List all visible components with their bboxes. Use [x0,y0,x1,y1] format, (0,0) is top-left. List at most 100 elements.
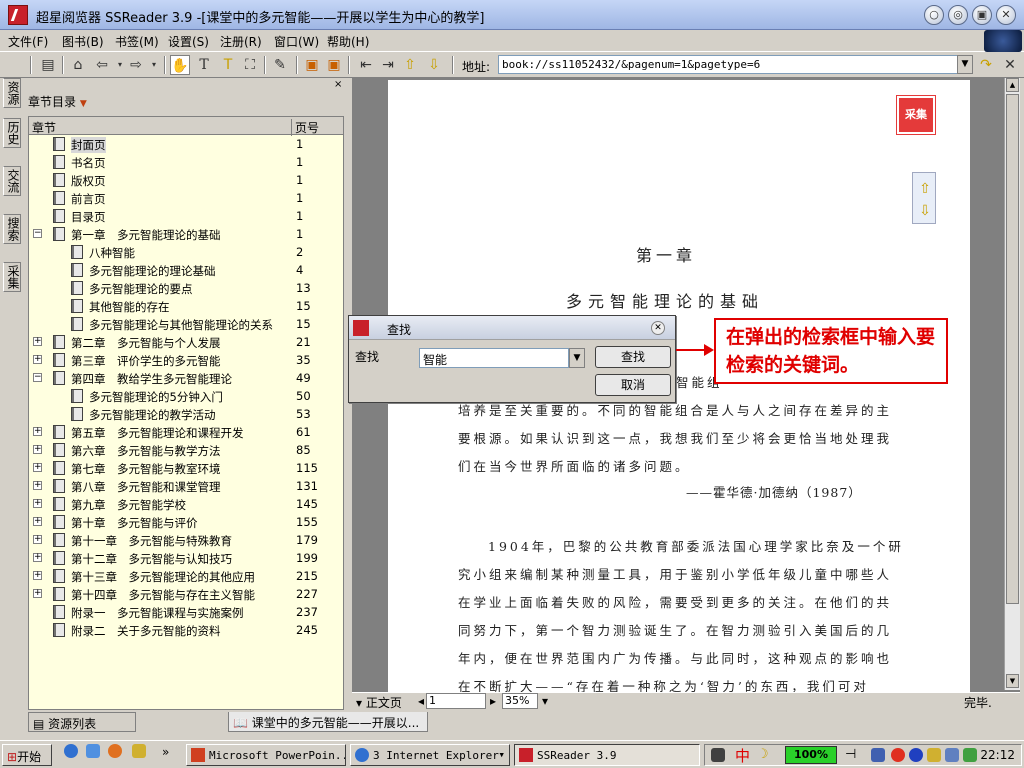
tree-item[interactable]: 版权页 1 [29,171,343,189]
forward-dropdown-icon[interactable]: ▾ [144,55,164,75]
find-input[interactable]: 智能 [419,348,569,368]
ime-indicator[interactable]: 中 [735,745,750,766]
expand-icon[interactable]: + [33,499,42,508]
hand-tool-icon[interactable]: ✋ [170,55,190,75]
side-tab-history[interactable]: 历史 [3,118,21,148]
expand-icon[interactable]: + [33,445,42,454]
page-mode-select[interactable]: ▾ 正文页 [356,694,402,711]
pen-icon[interactable]: ✎ [270,55,290,75]
tree-item[interactable]: 多元智能理论的理论基础 4 [29,261,343,279]
panel-close-icon[interactable]: × [334,79,342,90]
tree-item[interactable]: 多元智能理论与其他智能理论的关系 15 [29,315,343,333]
find-dropdown-icon[interactable]: ▼ [569,348,585,368]
tree-item[interactable]: 附录一 多元智能课程与实施案例 237 [29,603,343,621]
menu-bookmark[interactable]: 书签(M) [115,33,159,50]
menu-register[interactable]: 注册(R) [220,33,262,50]
page-number-input[interactable]: 1 [426,693,486,709]
task-powerpoint[interactable]: Microsoft PowerPoin... [186,744,346,766]
tree-item[interactable]: 多元智能理论的5分钟入门 50 [29,387,343,405]
tree-item[interactable]: 附录二 关于多元智能的资料 245 [29,621,343,639]
collapse-icon[interactable]: − [33,229,42,238]
down-arrow-icon[interactable]: ⇩ [917,201,933,221]
keyboard-icon[interactable] [711,748,725,762]
document-tab[interactable]: 📖 课堂中的多元智能——开展以... [228,712,428,732]
page-prev-icon[interactable]: ◂ [418,694,424,708]
address-input[interactable]: book://ss11052432/&pagenum=1&pagetype=6 [498,55,960,74]
page-up-icon[interactable]: ⇧ [400,55,420,75]
page-down-icon[interactable]: ⇩ [424,55,444,75]
scroll-thumb[interactable] [1006,94,1019,604]
tree-item[interactable]: 八种智能 2 [29,243,343,261]
expand-icon[interactable]: + [33,517,42,526]
text-select-icon[interactable]: T [194,55,214,75]
collapse-icon[interactable]: − [33,373,42,382]
menu-window[interactable]: 窗口(W) [274,33,319,50]
menu-help[interactable]: 帮助(H) [327,33,369,50]
tray-app-icon[interactable] [927,748,941,762]
cancel-button[interactable]: 取消 [595,374,671,396]
network-icon[interactable] [871,748,885,762]
forward-arrow-icon[interactable]: ⇨ [126,55,146,75]
zoom-input[interactable]: 35% [502,693,538,709]
home-icon[interactable]: ⌂ [68,55,88,75]
go-arrow-icon[interactable]: ↷ [976,55,996,75]
first-page-icon[interactable]: ⇤ [356,55,376,75]
quicklaunch-icon[interactable] [132,744,146,758]
menu-settings[interactable]: 设置(S) [168,33,209,50]
page-next-icon[interactable]: ▸ [490,694,496,708]
collect-stamp-icon[interactable]: 采集 [896,95,936,135]
side-tab-collect[interactable]: 采集 [3,262,21,292]
start-button[interactable]: ⊞开始 [2,744,52,766]
tree-item[interactable]: + 第十三章 多元智能理论的其他应用 215 [29,567,343,585]
up-arrow-icon[interactable]: ⇧ [917,179,933,199]
tree-item[interactable]: − 第四章 教给学生多元智能理论 49 [29,369,343,387]
page-prev-icon[interactable]: ▣ [302,55,322,75]
search-button[interactable]: 查找 [595,346,671,368]
maximize-button[interactable]: ▣ [972,5,992,25]
moon-icon[interactable]: ☽ [757,747,769,762]
tree-item[interactable]: 书名页 1 [29,153,343,171]
toolbar-close-icon[interactable]: ✕ [1000,55,1020,75]
side-tab-exchange[interactable]: 交流 [3,166,21,196]
expand-icon[interactable]: + [33,337,42,346]
region-select-icon[interactable]: ⛶ [240,55,260,75]
tree-item[interactable]: + 第三章 评价学生的多元智能 35 [29,351,343,369]
expand-icon[interactable]: + [33,553,42,562]
tree-item[interactable]: + 第二章 多元智能与个人发展 21 [29,333,343,351]
tray-app-icon[interactable] [945,748,959,762]
vertical-scrollbar[interactable]: ▲ ▼ [1004,78,1020,690]
side-tab-resources[interactable]: 资源 [3,78,21,108]
expand-icon[interactable]: + [33,571,42,580]
power-plug-icon[interactable]: ⊣ [845,747,856,762]
scroll-down-icon[interactable]: ▼ [1006,674,1019,688]
text-highlight-icon[interactable]: T [218,55,238,75]
tree-item[interactable]: + 第九章 多元智能学校 145 [29,495,343,513]
task-internet-explorer[interactable]: 3 Internet Explorer ▾ [350,744,510,766]
expand-icon[interactable]: + [33,463,42,472]
address-dropdown-icon[interactable]: ▼ [957,55,973,74]
tree-item[interactable]: + 第十一章 多元智能与特殊教育 179 [29,531,343,549]
tree-item[interactable]: + 第八章 多元智能和课堂管理 131 [29,477,343,495]
tree-item[interactable]: 目录页 1 [29,207,343,225]
side-tab-search[interactable]: 搜索 [3,214,21,244]
tree-item[interactable]: + 第十章 多元智能与评价 155 [29,513,343,531]
antivirus-icon[interactable] [891,748,905,762]
tree-item[interactable]: 多元智能理论的教学活动 53 [29,405,343,423]
task-ssreader[interactable]: SSReader 3.9 [514,744,700,766]
panel-title[interactable]: 章节目录 ▼ [28,93,87,110]
page-next-icon[interactable]: ▣ [324,55,344,75]
tree-item[interactable]: + 第十二章 多元智能与认知技巧 199 [29,549,343,567]
tree-item[interactable]: + 第十四章 多元智能与存在主义智能 227 [29,585,343,603]
tree-item[interactable]: + 第五章 多元智能理论和课程开发 61 [29,423,343,441]
tree-item[interactable]: + 第七章 多元智能与教室环境 115 [29,459,343,477]
close-button[interactable]: ✕ [996,5,1016,25]
resource-list-tab[interactable]: ▤ 资源列表 [28,712,136,732]
last-page-icon[interactable]: ⇥ [378,55,398,75]
column-page[interactable]: 页号 [291,119,341,136]
menu-book[interactable]: 图书(B) [62,33,104,50]
expand-icon[interactable]: + [33,427,42,436]
expand-icon[interactable]: + [33,481,42,490]
tree-item[interactable]: 其他智能的存在 15 [29,297,343,315]
zoom-dropdown-icon[interactable]: ▾ [542,694,548,708]
expand-icon[interactable]: + [33,355,42,364]
